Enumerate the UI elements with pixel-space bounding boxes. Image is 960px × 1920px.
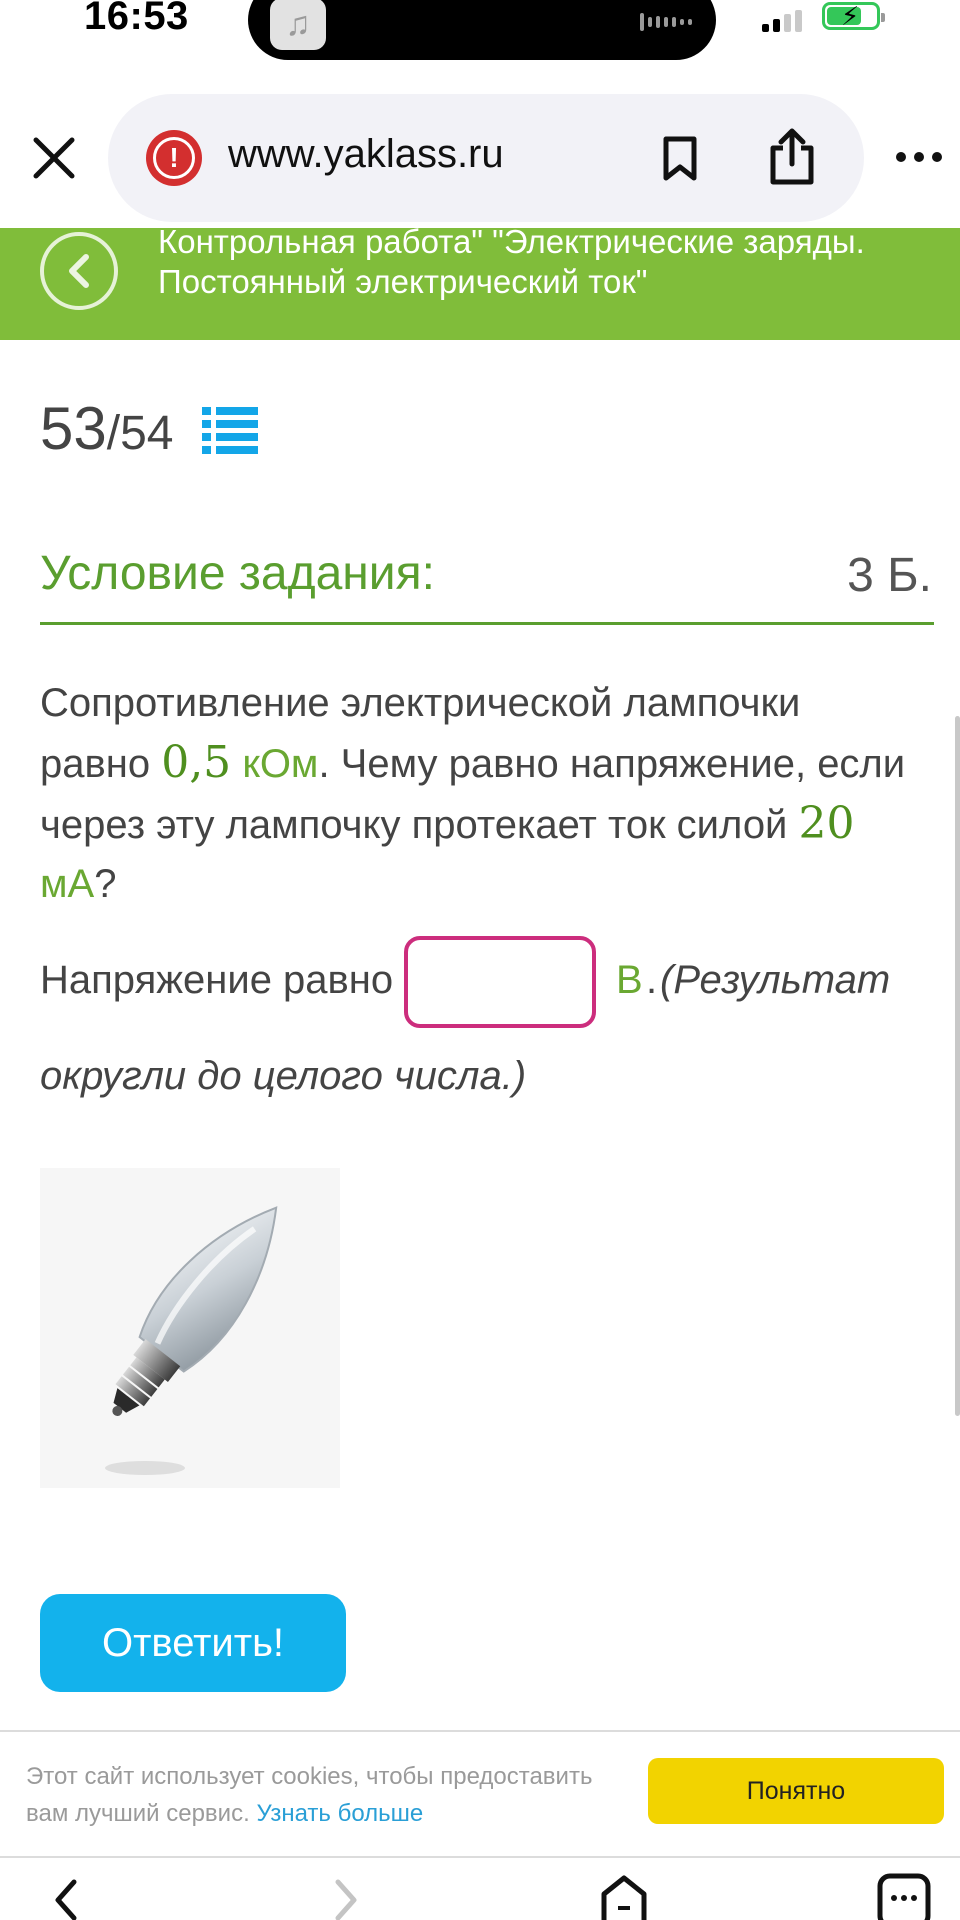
current-value: 20 xyxy=(798,798,855,849)
question-counter: 53/54 xyxy=(40,394,173,463)
resistance-value: 0,5 xyxy=(161,737,232,788)
task-points: 3 Б. xyxy=(847,549,932,602)
tabs-icon[interactable] xyxy=(874,1872,934,1920)
problem-text: Сопротивление электрической лампочки рав… xyxy=(40,681,906,906)
battery-icon: ⚡ xyxy=(822,1,885,31)
back-button[interactable] xyxy=(40,232,118,310)
answer-note-continued: округли до целого числа.) xyxy=(40,1054,527,1098)
home-icon[interactable] xyxy=(598,1872,650,1920)
bookmark-icon xyxy=(663,136,697,181)
chevron-left-icon xyxy=(69,254,89,288)
cellular-signal-icon xyxy=(762,10,806,32)
submit-answer-button[interactable]: Ответить! xyxy=(40,1594,346,1692)
test-header: Контрольная работа" "Электрические заряд… xyxy=(0,223,960,340)
browser-toolbar: ! www.yaklass.ru xyxy=(0,62,960,228)
music-note-icon: ♫ xyxy=(270,0,326,50)
more-icon[interactable] xyxy=(896,152,942,166)
cookie-accept-button[interactable]: Понятно xyxy=(648,1758,944,1824)
audio-waveform-icon xyxy=(640,10,692,34)
answer-input[interactable] xyxy=(404,936,596,1028)
warning-icon[interactable]: ! xyxy=(146,130,202,186)
address-bar[interactable]: ! www.yaklass.ru xyxy=(108,94,864,222)
charging-bolt-icon: ⚡ xyxy=(841,1,860,31)
answer-label: Напряжение равно xyxy=(40,958,394,1002)
heading-divider xyxy=(40,622,934,625)
status-time: 16:53 xyxy=(84,0,189,38)
cookie-text: Этот сайт использует cookies, чтобы пред… xyxy=(26,1763,593,1827)
browser-bottom-toolbar xyxy=(0,1858,960,1920)
close-icon xyxy=(33,137,75,179)
test-title: Контрольная работа" "Электрические заряд… xyxy=(158,223,865,300)
forward-arrow-icon[interactable] xyxy=(326,1878,366,1920)
cookie-banner: Этот сайт использует cookies, чтобы пред… xyxy=(0,1730,960,1858)
dynamic-island: ♫ xyxy=(248,0,716,60)
counter-total: /54 xyxy=(106,407,174,460)
task-heading: Условие задания: xyxy=(40,547,435,600)
back-arrow-icon[interactable] xyxy=(46,1878,86,1920)
learn-more-link[interactable]: Узнать больше xyxy=(256,1800,423,1827)
close-button[interactable] xyxy=(28,132,80,184)
share-icon xyxy=(770,128,814,185)
url-text[interactable]: www.yaklass.ru xyxy=(228,132,504,177)
scrollbar[interactable] xyxy=(955,716,960,1416)
answer-row: Напряжение равно В . (Результат xyxy=(40,930,920,1030)
question-list-icon[interactable] xyxy=(200,404,260,456)
current-unit: мА xyxy=(40,862,95,906)
status-bar: 16:53 ♫ ⚡ xyxy=(0,0,960,62)
share-button[interactable] xyxy=(768,128,816,186)
resistance-unit: кОм xyxy=(242,742,319,786)
counter-current: 53 xyxy=(40,395,107,462)
light-bulb-image xyxy=(40,1168,340,1488)
answer-note: (Результат xyxy=(660,958,891,1002)
bookmark-button[interactable] xyxy=(660,136,700,182)
answer-unit: В xyxy=(616,958,643,1002)
